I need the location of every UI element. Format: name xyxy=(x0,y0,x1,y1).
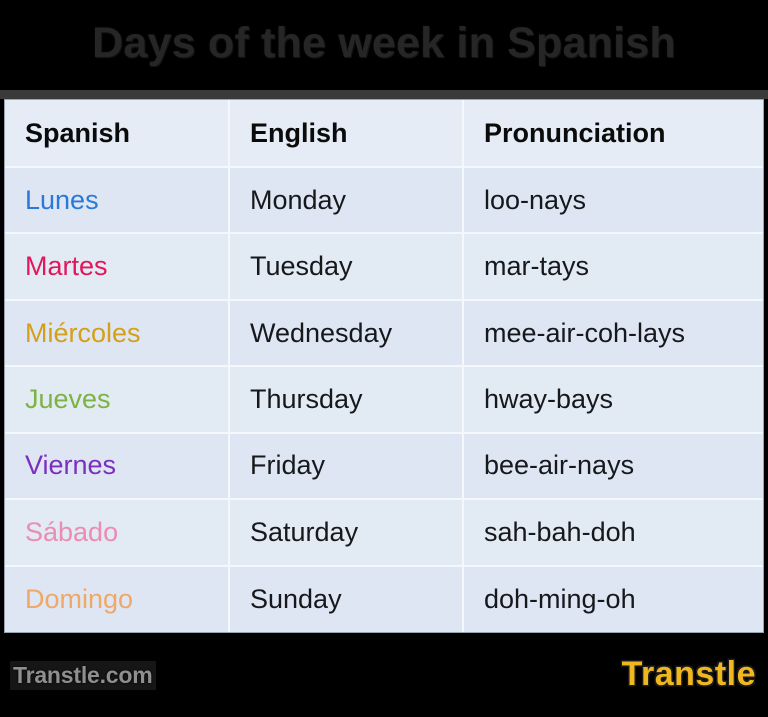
cell-pronunciation: bee-air-nays xyxy=(463,432,763,501)
cell-english: Saturday xyxy=(229,499,464,567)
page-root: Days of the week in Spanish Spanish Engl… xyxy=(0,0,768,717)
page-title: Days of the week in Spanish xyxy=(92,18,676,67)
table-top-strip xyxy=(0,90,768,99)
table-header: Spanish English Pronunciation xyxy=(5,100,763,168)
cell-spanish: Sábado xyxy=(5,499,230,567)
cell-spanish: Miércoles xyxy=(5,299,230,368)
cell-pronunciation: sah-bah-doh xyxy=(463,499,763,567)
cell-pronunciation: doh-ming-oh xyxy=(463,565,763,632)
cell-english: Wednesday xyxy=(229,299,464,368)
cell-pronunciation: hway-bays xyxy=(463,366,763,434)
cell-spanish: Martes xyxy=(5,233,230,301)
table-row: Jueves Thursday hway-bays xyxy=(5,366,763,434)
cell-english: Friday xyxy=(229,432,464,501)
cell-spanish: Jueves xyxy=(5,366,230,434)
cell-pronunciation: mee-air-coh-lays xyxy=(463,299,763,368)
cell-english: Monday xyxy=(229,167,464,235)
column-header-pronunciation: Pronunciation xyxy=(463,100,763,168)
table-body: Lunes Monday loo-nays Martes Tuesday mar-tays… xyxy=(5,167,763,632)
table-row: Lunes Monday loo-nays xyxy=(5,167,763,235)
table-row: Miércoles Wednesday mee-air-coh-lays xyxy=(5,299,763,368)
cell-spanish: Lunes xyxy=(5,167,230,235)
page-title-bar: Days of the week in Spanish xyxy=(0,0,768,90)
cell-spanish: Viernes xyxy=(5,432,230,501)
column-header-spanish: Spanish xyxy=(5,100,230,168)
watermark-text: Transtle.com xyxy=(10,661,156,690)
cell-english: Thursday xyxy=(229,366,464,434)
brand-logo: Transtle xyxy=(621,655,756,693)
table-header-row: Spanish English Pronunciation xyxy=(5,100,763,168)
footer: Transtle.com Transtle xyxy=(0,633,768,717)
table-row: Viernes Friday bee-air-nays xyxy=(5,432,763,501)
table-row: Martes Tuesday mar-tays xyxy=(5,233,763,301)
cell-pronunciation: mar-tays xyxy=(463,233,763,301)
days-table-container: Spanish English Pronunciation Lunes Monda… xyxy=(4,99,764,633)
cell-spanish: Domingo xyxy=(5,565,230,632)
table-row: Domingo Sunday doh-ming-oh xyxy=(5,565,763,632)
cell-english: Tuesday xyxy=(229,233,464,301)
days-table: Spanish English Pronunciation Lunes Monda… xyxy=(5,100,763,632)
column-header-english: English xyxy=(229,100,464,168)
cell-english: Sunday xyxy=(229,565,464,632)
cell-pronunciation: loo-nays xyxy=(463,167,763,235)
table-row: Sábado Saturday sah-bah-doh xyxy=(5,499,763,567)
